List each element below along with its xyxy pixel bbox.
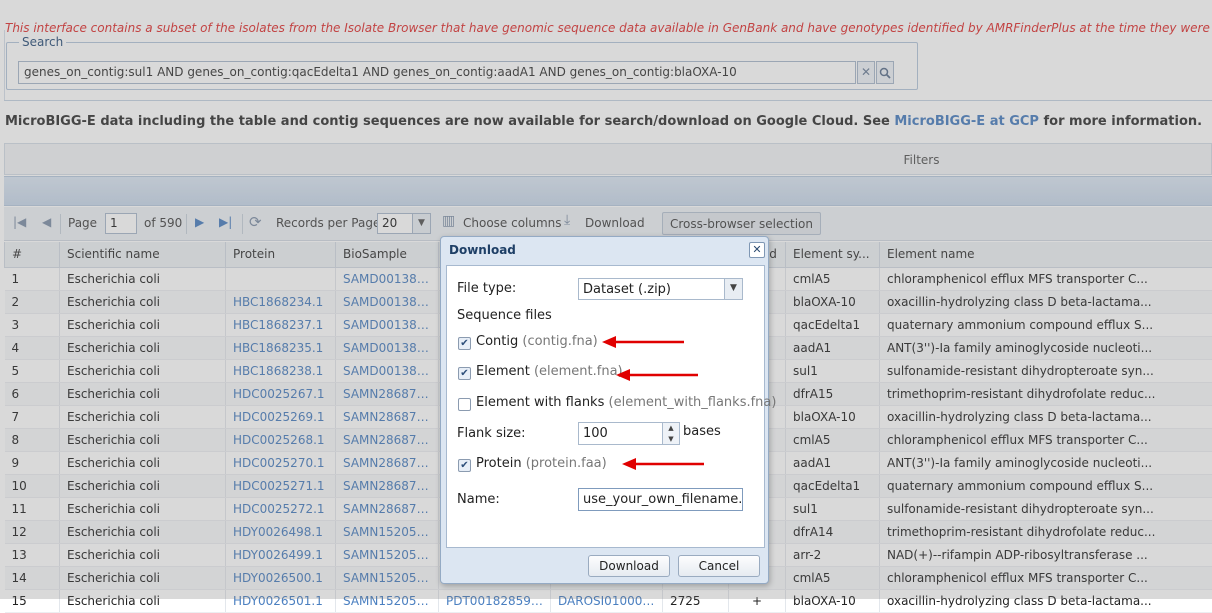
download-button[interactable]: Download bbox=[588, 555, 670, 577]
file-type-label: File type: bbox=[457, 281, 516, 296]
element-with-flanks-label[interactable]: Element with flanks (element_with_flanks… bbox=[476, 395, 776, 410]
element-filename: (element.fna) bbox=[534, 364, 623, 379]
element-label[interactable]: Element (element.fna) bbox=[476, 364, 623, 379]
contig-checkbox[interactable]: ✔ bbox=[458, 337, 471, 350]
element-with-flanks-filename: (element_with_flanks.fna) bbox=[609, 395, 777, 410]
element-with-flanks-checkbox[interactable] bbox=[458, 398, 471, 411]
contig-name: Contig bbox=[476, 334, 518, 349]
contig-filename: (contig.fna) bbox=[522, 334, 597, 349]
chevron-down-icon: ▼ bbox=[724, 279, 742, 299]
protein-label[interactable]: Protein (protein.faa) bbox=[476, 456, 607, 471]
file-type-value: Dataset (.zip) bbox=[583, 282, 671, 297]
chevron-up-icon[interactable]: ▲ bbox=[663, 423, 679, 434]
flank-size-label: Flank size: bbox=[457, 426, 526, 441]
protein-checkbox[interactable]: ✔ bbox=[458, 459, 471, 472]
dialog-title: Download bbox=[449, 243, 516, 257]
chevron-down-icon[interactable]: ▼ bbox=[663, 434, 679, 445]
file-type-select[interactable]: Dataset (.zip) ▼ bbox=[578, 278, 743, 300]
dialog-close-button[interactable]: ✕ bbox=[749, 242, 765, 258]
sequence-files-label: Sequence files bbox=[457, 308, 552, 323]
download-dialog: Download ✕ File type: Dataset (.zip) ▼ S… bbox=[440, 236, 769, 584]
filename-input[interactable]: use_your_own_filename.zip bbox=[578, 488, 743, 511]
flank-size-input[interactable]: 100 bbox=[578, 422, 664, 445]
flank-size-spinner[interactable]: ▲ ▼ bbox=[662, 422, 680, 445]
name-label: Name: bbox=[457, 492, 500, 507]
cancel-button[interactable]: Cancel bbox=[678, 555, 760, 577]
bases-label: bases bbox=[683, 424, 721, 439]
dialog-body: File type: Dataset (.zip) ▼ Sequence fil… bbox=[446, 265, 765, 548]
element-checkbox[interactable]: ✔ bbox=[458, 367, 471, 380]
element-name: Element bbox=[476, 364, 530, 379]
annotation-arrow-protein bbox=[620, 456, 710, 472]
element-with-flanks-name: Element with flanks bbox=[476, 395, 604, 410]
protein-filename: (protein.faa) bbox=[526, 456, 607, 471]
protein-name: Protein bbox=[476, 456, 522, 471]
annotation-arrow-element bbox=[614, 367, 704, 383]
annotation-arrow-contig bbox=[600, 334, 690, 350]
contig-label[interactable]: Contig (contig.fna) bbox=[476, 334, 598, 349]
close-icon: ✕ bbox=[752, 243, 761, 256]
